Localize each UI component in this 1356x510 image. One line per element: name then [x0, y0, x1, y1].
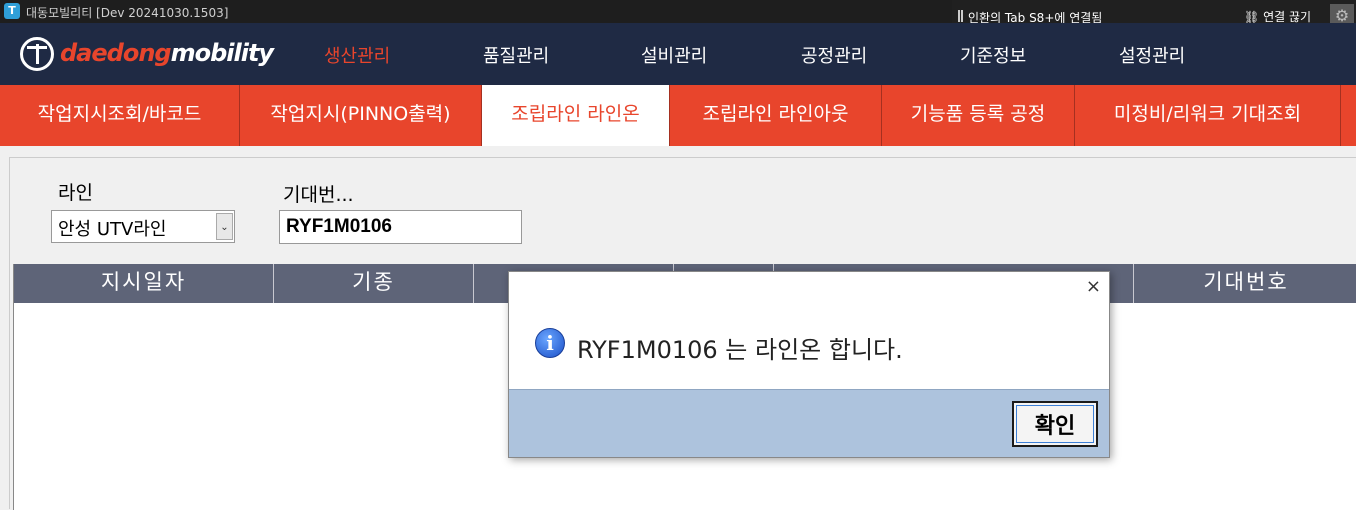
line-select[interactable]: 안성 UTV라인 ⌄	[51, 210, 235, 243]
logo-icon	[20, 37, 54, 71]
tab-assembly-line-on[interactable]: 조립라인 라인온	[482, 85, 670, 146]
ok-button[interactable]: 확인	[1012, 401, 1098, 447]
jig-number-input[interactable]	[279, 210, 522, 244]
brand-logo: daedongmobility	[60, 39, 274, 67]
message-dialog: × i RYF1M0106 는 라인온 합니다. 확인	[508, 271, 1110, 458]
dialog-footer: 확인	[509, 389, 1109, 457]
nav-item-equipment[interactable]: 설비관리	[641, 42, 707, 68]
disconnect-label: 연결 끊기	[1263, 10, 1312, 24]
tab-rework-lookup[interactable]: 미정비/리워크 기대조회	[1075, 85, 1341, 146]
logo-text-mobility: mobility	[170, 39, 274, 67]
line-label: 라인	[58, 182, 93, 204]
tab-assembly-line-out[interactable]: 조립라인 라인아웃	[670, 85, 882, 146]
logo-text-daedong: daedong	[60, 39, 172, 67]
info-icon: i	[535, 328, 565, 358]
chevron-down-icon[interactable]: ⌄	[216, 213, 233, 240]
tab-work-order-barcode[interactable]: 작업지시조회/바코드	[0, 85, 240, 146]
tab-work-order-pinno[interactable]: 작업지시(PINNO출력)	[240, 85, 482, 146]
sub-tab-bar: 작업지시조회/바코드 작업지시(PINNO출력) 조립라인 라인온 조립라인 라…	[0, 85, 1356, 146]
dialog-message: RYF1M0106 는 라인온 합니다.	[577, 336, 903, 364]
nav-item-process[interactable]: 공정관리	[801, 42, 867, 68]
nav-item-quality[interactable]: 품질관리	[483, 42, 549, 68]
jig-number-label: 기대번...	[283, 184, 354, 206]
app-icon: T	[4, 3, 20, 19]
nav-item-master-data[interactable]: 기준정보	[960, 42, 1026, 68]
main-navbar: daedongmobility 생산관리 품질관리 설비관리 공정관리 기준정보…	[0, 23, 1356, 85]
window-title: 대동모빌리티 [Dev 20241030.1503]	[26, 6, 229, 20]
close-icon[interactable]: ×	[1086, 276, 1101, 297]
column-header-jig-number[interactable]: 기대번호	[1134, 264, 1356, 303]
tab-functional-part-registration[interactable]: 기능품 등록 공정	[882, 85, 1075, 146]
nav-item-settings[interactable]: 설정관리	[1119, 42, 1185, 68]
line-select-value: 안성 UTV라인	[58, 219, 167, 240]
drag-handle-icon[interactable]	[958, 10, 963, 22]
column-header-model[interactable]: 기종	[274, 264, 474, 303]
column-header-order-date[interactable]: 지시일자	[14, 264, 274, 303]
unlink-icon: ⛓	[1244, 10, 1260, 24]
nav-item-production[interactable]: 생산관리	[324, 42, 390, 68]
